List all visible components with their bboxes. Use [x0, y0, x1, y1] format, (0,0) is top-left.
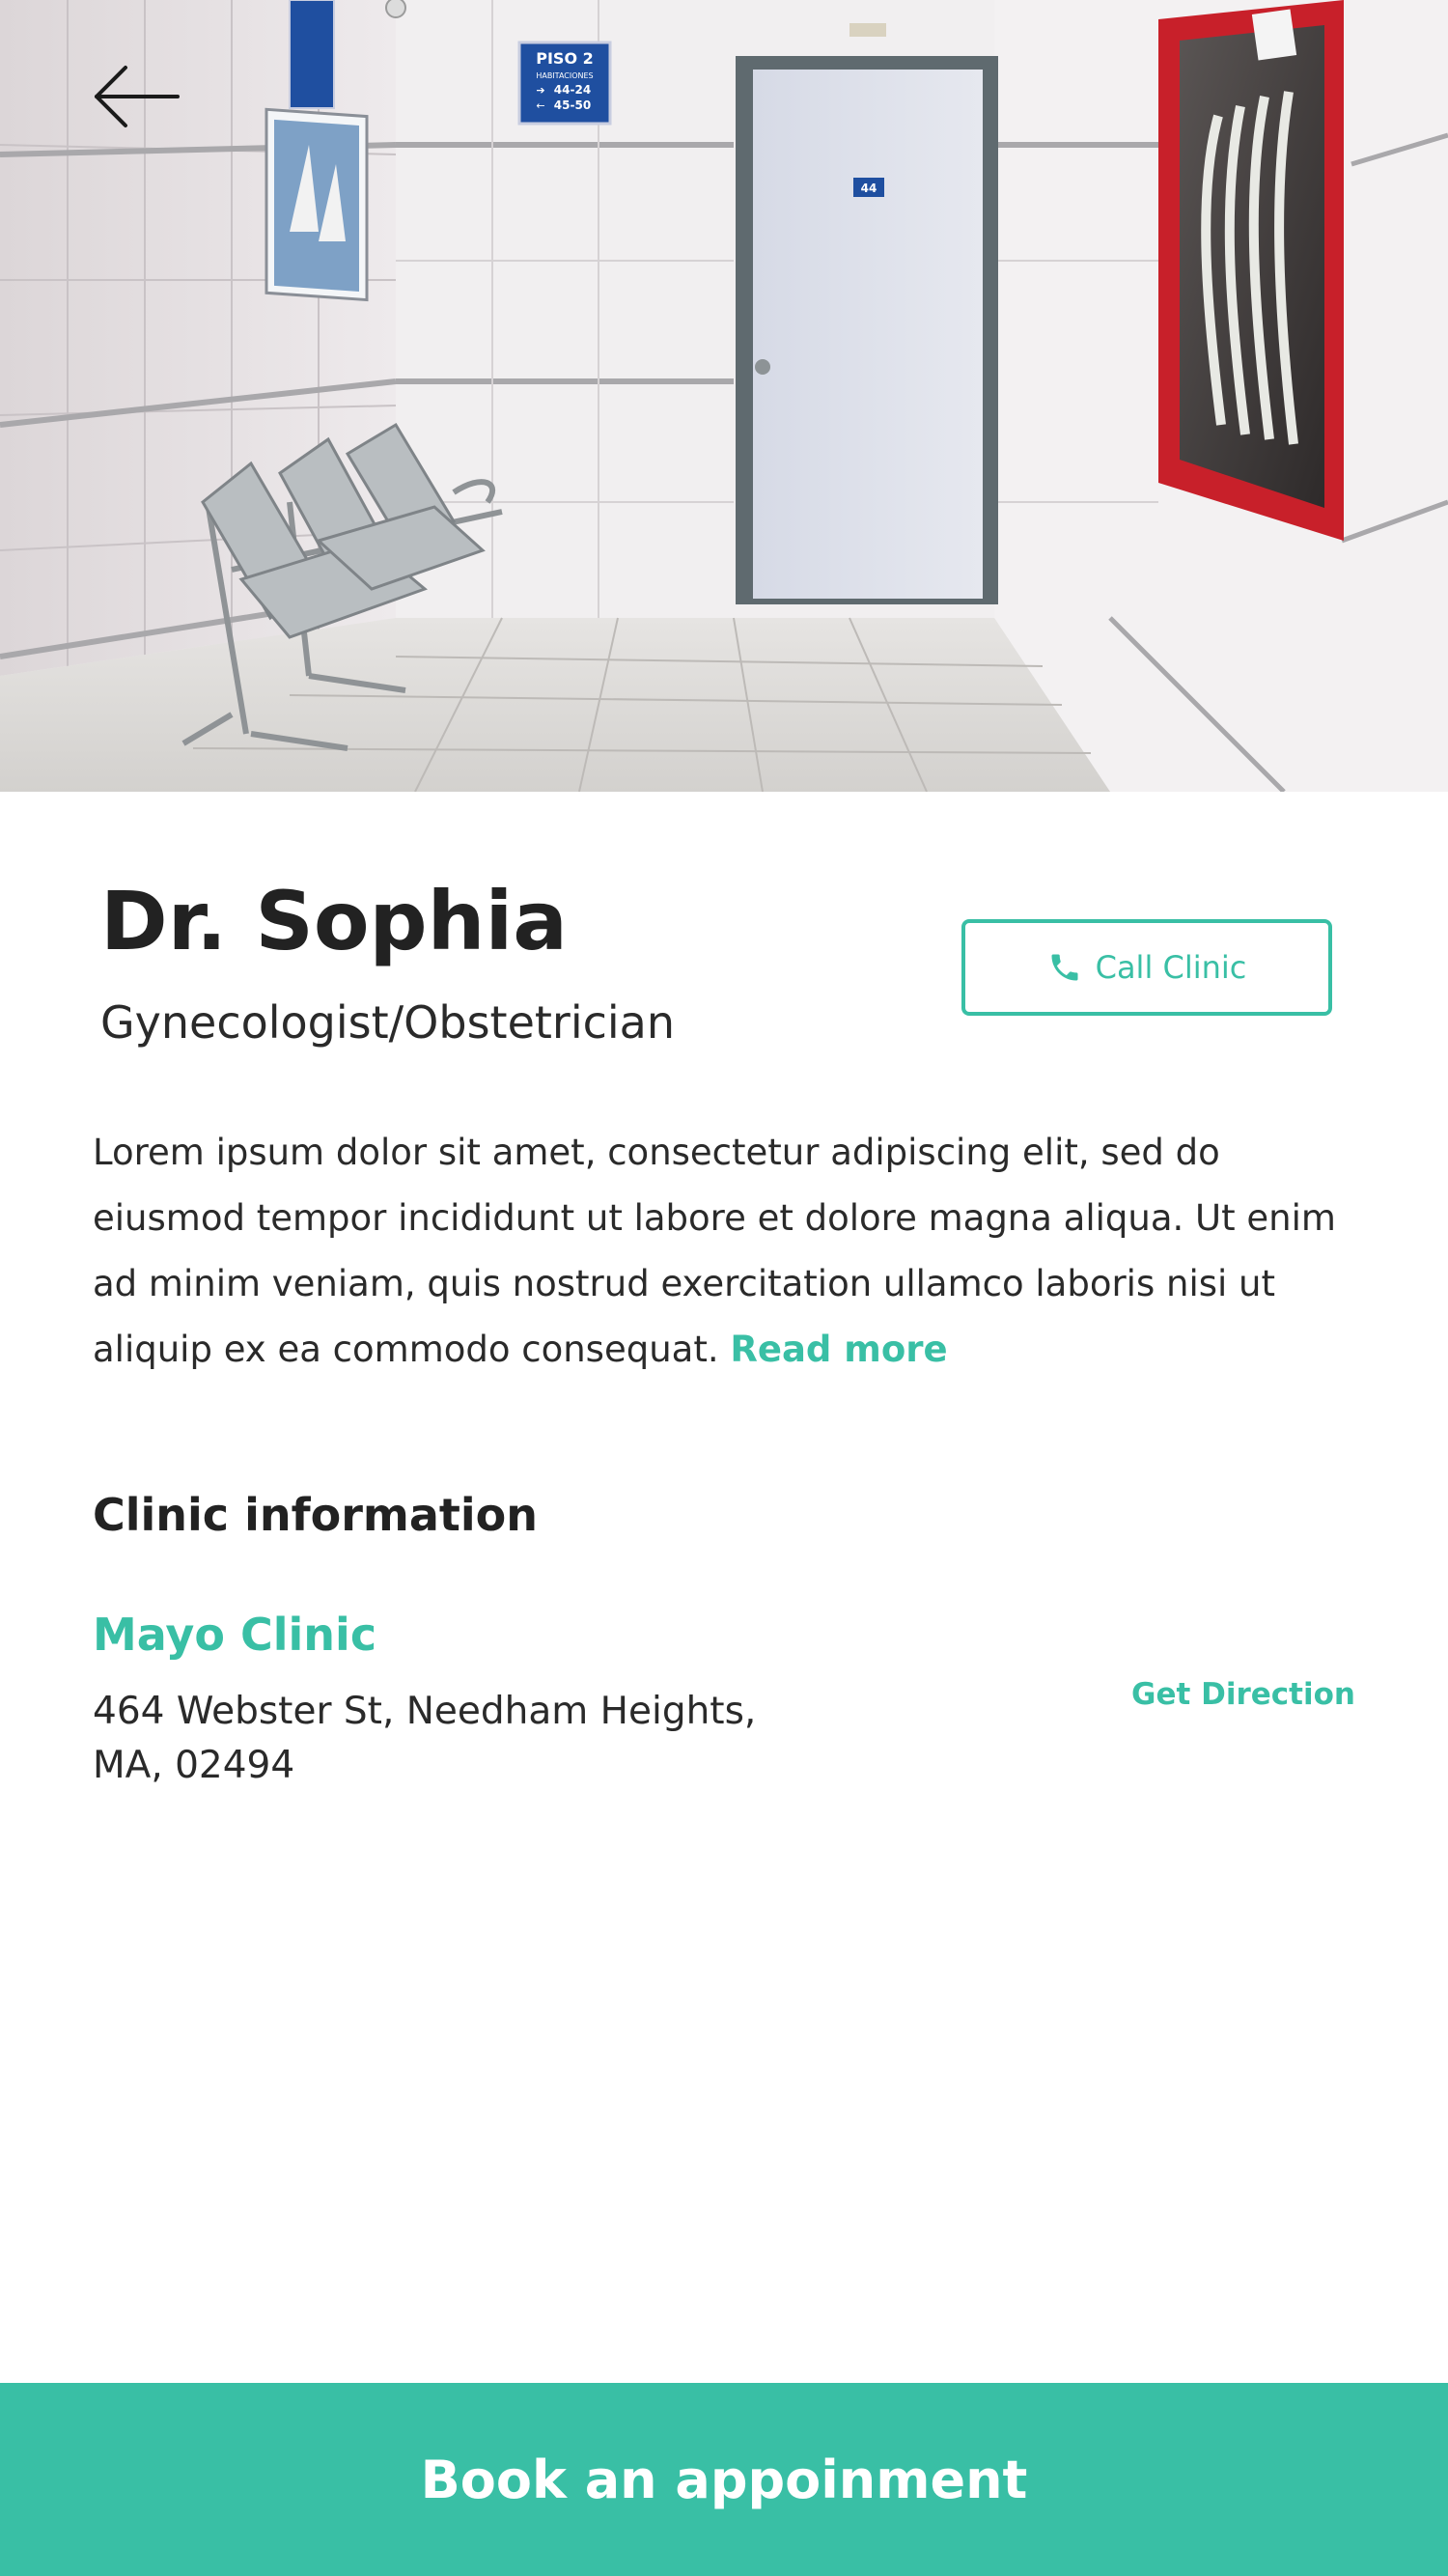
book-appointment-label: Book an appoinment	[420, 2449, 1028, 2510]
clinic-address-line2: MA, 02494	[93, 1744, 295, 1787]
description-text: Lorem ipsum dolor sit amet, consectetur …	[93, 1132, 1336, 1370]
doctor-description: Lorem ipsum dolor sit amet, consectetur …	[93, 1120, 1377, 1383]
svg-text:←: ←	[536, 99, 544, 112]
phone-icon	[1051, 954, 1078, 981]
floor-sign-title: PISO 2	[536, 49, 594, 68]
svg-text:➔: ➔	[536, 84, 544, 97]
clinic-address: 464 Webster St, Needham Heights, MA, 024…	[93, 1685, 826, 1793]
back-button[interactable]	[89, 60, 181, 133]
arrow-left-icon	[95, 66, 180, 127]
door-number: 44	[861, 182, 877, 195]
call-clinic-label: Call Clinic	[1095, 949, 1247, 986]
book-appointment-button[interactable]: Book an appoinment	[0, 2383, 1448, 2576]
clinic-address-line1: 464 Webster St, Needham Heights,	[93, 1690, 757, 1733]
clinic-hallway-photo: 44 PISO 2 HABITACIONES 44-24 45-50 ➔ ←	[0, 0, 1448, 792]
floor-sign-subtitle: HABITACIONES	[536, 71, 593, 80]
get-direction-link[interactable]: Get Direction	[1131, 1680, 1355, 1710]
clinic-info-heading: Clinic information	[93, 1489, 538, 1541]
doctor-detail-screen: 44 PISO 2 HABITACIONES 44-24 45-50 ➔ ← D…	[0, 0, 1448, 2576]
floor-sign-line1: 44-24	[554, 83, 591, 97]
doctor-name: Dr. Sophia	[100, 874, 568, 968]
floor-sign-line2: 45-50	[554, 98, 591, 112]
call-clinic-button[interactable]: Call Clinic	[961, 919, 1332, 1016]
clinic-name-link[interactable]: Mayo Clinic	[93, 1612, 376, 1657]
read-more-link[interactable]: Read more	[730, 1329, 947, 1370]
doctor-specialty: Gynecologist/Obstetrician	[100, 996, 676, 1049]
